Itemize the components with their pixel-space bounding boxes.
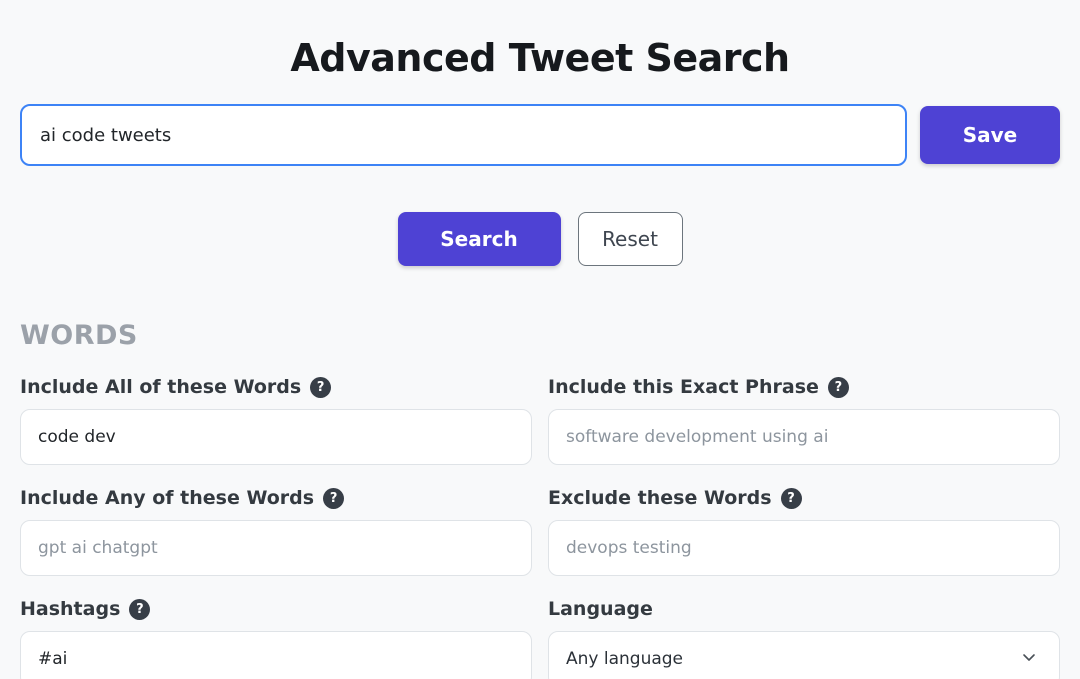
field-label-row: Exclude these Words ? — [548, 486, 1060, 510]
field-label-row: Hashtags ? — [20, 597, 532, 621]
query-input[interactable] — [20, 104, 907, 166]
field-hashtags: Hashtags ? — [20, 597, 532, 679]
field-include-any-words: Include Any of these Words ? — [20, 486, 532, 576]
words-fields-grid: Include All of these Words ? Include thi… — [20, 375, 1060, 679]
help-icon[interactable]: ? — [129, 599, 150, 620]
include-all-words-input[interactable] — [20, 409, 532, 465]
exact-phrase-input[interactable] — [548, 409, 1060, 465]
include-all-words-label: Include All of these Words — [20, 376, 301, 398]
hashtags-input[interactable] — [20, 631, 532, 679]
include-any-words-input[interactable] — [20, 520, 532, 576]
field-exclude-words: Exclude these Words ? — [548, 486, 1060, 576]
field-label-row: Include Any of these Words ? — [20, 486, 532, 510]
field-exact-phrase: Include this Exact Phrase ? — [548, 375, 1060, 465]
actions-row: Search Reset — [20, 212, 1060, 266]
save-button[interactable]: Save — [920, 106, 1060, 164]
hashtags-label: Hashtags — [20, 598, 120, 620]
field-label-row: Include this Exact Phrase ? — [548, 375, 1060, 399]
include-any-words-label: Include Any of these Words — [20, 487, 314, 509]
exclude-words-input[interactable] — [548, 520, 1060, 576]
help-icon[interactable]: ? — [310, 377, 331, 398]
query-save-bar: Save — [20, 104, 1060, 166]
exclude-words-label: Exclude these Words — [548, 487, 772, 509]
chevron-down-icon — [1020, 648, 1038, 671]
field-language: Language Any language — [548, 597, 1060, 679]
words-section-heading: WORDS — [20, 320, 1060, 351]
field-label-row: Language — [548, 597, 1060, 621]
help-icon[interactable]: ? — [323, 488, 344, 509]
field-include-all-words: Include All of these Words ? — [20, 375, 532, 465]
help-icon[interactable]: ? — [828, 377, 849, 398]
language-label: Language — [548, 598, 653, 620]
language-select[interactable]: Any language — [548, 631, 1060, 679]
exact-phrase-label: Include this Exact Phrase — [548, 376, 819, 398]
help-icon[interactable]: ? — [781, 488, 802, 509]
reset-button[interactable]: Reset — [578, 212, 683, 266]
page-title: Advanced Tweet Search — [20, 36, 1060, 80]
advanced-tweet-search-page: Advanced Tweet Search Save Search Reset … — [0, 36, 1080, 679]
language-selected-value: Any language — [566, 649, 683, 669]
field-label-row: Include All of these Words ? — [20, 375, 532, 399]
search-button[interactable]: Search — [398, 212, 561, 266]
